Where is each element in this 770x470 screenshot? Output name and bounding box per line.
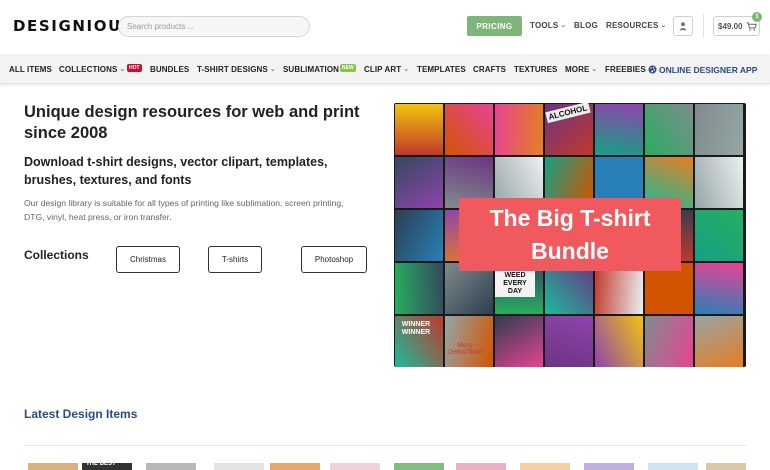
cat-clip-art[interactable]: CLIP ART ⌄ <box>364 65 409 74</box>
header-divider <box>703 14 704 38</box>
nav-blog[interactable]: BLOG <box>574 21 598 30</box>
cat-clip-art-label: CLIP ART <box>364 65 402 74</box>
latest-item-thumbnail[interactable] <box>28 463 78 470</box>
latest-item-thumbnail[interactable] <box>706 463 746 470</box>
cat-tshirt-designs[interactable]: T-SHIRT DESIGNS ⌄ <box>197 65 276 74</box>
hero-subtitle: Download t-shirt designs, vector clipart… <box>24 155 328 187</box>
chevron-down-icon: ⌄ <box>119 66 126 73</box>
latest-item-thumbnail[interactable] <box>146 463 196 470</box>
collage-tile <box>445 104 493 155</box>
hero-title: Unique design resources for web and prin… <box>24 103 360 142</box>
cat-more[interactable]: MORE ⌄ <box>565 65 597 74</box>
collage-tile <box>495 104 543 155</box>
cat-crafts[interactable]: CRAFTS <box>473 65 506 74</box>
site-header: DESIGNIOUS PRICING TOOLS⌄ BLOG RESOURCES… <box>0 0 770 54</box>
chevron-down-icon: ⌄ <box>403 66 410 73</box>
collage-tile <box>695 157 743 208</box>
nav-tools-label: TOOLS <box>530 21 559 30</box>
collage-tile <box>395 157 443 208</box>
account-button[interactable] <box>673 16 693 36</box>
latest-item-thumbnail[interactable] <box>270 463 320 470</box>
collage-tile <box>695 210 743 261</box>
palette-icon <box>648 65 657 74</box>
nav-resources-label: RESOURCES <box>606 21 659 30</box>
latest-item-thumbnail[interactable] <box>214 463 264 470</box>
collage-tile <box>645 316 693 367</box>
chevron-down-icon: ⌄ <box>269 66 276 73</box>
collage-text-winner: WINNER WINNER <box>401 321 431 336</box>
cart-total: $49.00 <box>718 21 743 31</box>
user-icon <box>679 22 687 31</box>
pricing-button[interactable]: PRICING <box>467 16 522 36</box>
collage-text-weed: WEED EVERY DAY <box>495 271 535 297</box>
collage-tile <box>395 104 443 155</box>
collection-button-photoshop[interactable]: Photoshop <box>301 246 367 273</box>
hero-description: Our design library is suitable for all t… <box>24 198 344 222</box>
nav-blog-label: BLOG <box>574 21 598 30</box>
latest-item-caption: THE BEST <box>86 461 116 467</box>
nav-resources[interactable]: RESOURCES ⌄ <box>606 21 667 30</box>
latest-item-thumbnail[interactable] <box>648 463 698 470</box>
banner-title[interactable]: The Big T-shirt Bundle <box>459 198 681 271</box>
collage-tile <box>395 263 443 314</box>
cart-count-badge: 1 <box>752 12 762 22</box>
cat-sublimation[interactable]: SUBLIMATION <box>283 65 339 74</box>
hot-badge: HOT <box>127 64 142 72</box>
cat-bundles[interactable]: BUNDLES <box>150 65 189 74</box>
cat-freebies[interactable]: FREEBIES <box>605 65 646 74</box>
latest-item-thumbnail[interactable] <box>520 463 570 470</box>
online-designer-app-label: ONLINE DESIGNER APP <box>659 65 758 75</box>
cat-templates[interactable]: TEMPLATES <box>417 65 466 74</box>
collage-tile <box>645 104 693 155</box>
collage-tile <box>495 316 543 367</box>
latest-items-heading: Latest Design Items <box>24 407 138 421</box>
collage-tile <box>545 316 593 367</box>
collage-tile <box>595 316 643 367</box>
collection-button-christmas[interactable]: Christmas <box>116 246 180 273</box>
collage-tile <box>695 316 743 367</box>
collage-tile <box>695 263 743 314</box>
latest-item-thumbnail[interactable] <box>394 463 444 470</box>
nav-tools[interactable]: TOOLS ⌄ <box>530 21 567 30</box>
collage-tile <box>595 104 643 155</box>
collections-label: Collections <box>24 248 89 262</box>
online-designer-app-link[interactable]: ONLINE DESIGNER APP <box>648 65 757 75</box>
cat-textures[interactable]: TEXTURES <box>514 65 557 74</box>
chevron-down-icon: ⌄ <box>591 66 598 73</box>
collage-text-christmas: Merry CHRISTMAS <box>447 343 483 356</box>
section-divider <box>24 445 746 446</box>
latest-item-thumbnail[interactable] <box>584 463 634 470</box>
collage-tile <box>395 210 443 261</box>
collection-button-tshirts[interactable]: T-shirts <box>208 246 262 273</box>
latest-item-thumbnail[interactable] <box>330 463 380 470</box>
cat-collections[interactable]: COLLECTIONS ⌄ <box>59 65 125 74</box>
cat-tshirt-designs-label: T-SHIRT DESIGNS <box>197 65 268 74</box>
latest-item-thumbnail[interactable]: THE BEST <box>82 461 132 470</box>
cat-more-label: MORE <box>565 65 590 74</box>
site-logo[interactable]: DESIGNIOUS <box>13 17 134 35</box>
chevron-down-icon: ⌄ <box>660 22 667 29</box>
cart-icon <box>746 21 758 31</box>
collage-tile <box>445 316 493 367</box>
cat-all-items[interactable]: ALL ITEMS <box>9 65 52 74</box>
category-nav: ALL ITEMS COLLECTIONS ⌄ HOT BUNDLES T-SHI… <box>0 54 770 84</box>
cat-collections-label: COLLECTIONS <box>59 65 118 74</box>
search-input[interactable] <box>118 16 310 37</box>
latest-item-thumbnail[interactable] <box>456 463 506 470</box>
chevron-down-icon: ⌄ <box>560 22 567 29</box>
collage-tile <box>695 104 743 155</box>
new-badge: NEW <box>340 64 356 72</box>
